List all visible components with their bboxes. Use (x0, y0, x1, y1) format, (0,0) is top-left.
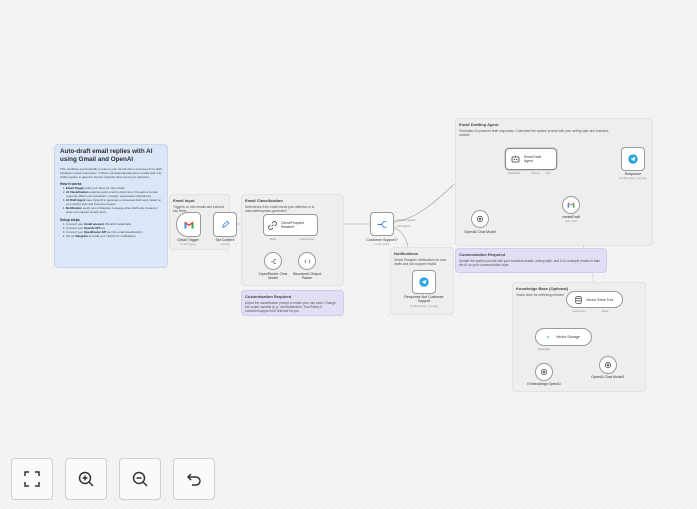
openai-chat-node[interactable] (471, 210, 489, 228)
customisation-note-2[interactable]: Customisation Required Update the system… (455, 248, 607, 273)
not-support-sub: sendMessage: message (409, 305, 439, 308)
model-connector-label-2: Model (601, 310, 609, 313)
vector-store-connector-label: Vector Store (572, 310, 586, 313)
customer-support-sub: mode: Rules (374, 243, 390, 246)
setup-step: Set up Telegram and add your chat ID for… (66, 234, 162, 239)
intro-note[interactable]: Auto-draft email replies with AI using G… (54, 144, 168, 268)
notifications-desc: Sends Telegram notifications for new dra… (394, 257, 447, 266)
customisation-note-1[interactable]: Customisation Required Adjust the classi… (241, 290, 344, 316)
set-content-label: Set Content (215, 238, 235, 242)
undo-icon (186, 473, 201, 486)
fit-view-button[interactable] (11, 458, 53, 500)
classifier-label: Client/Prospect Related? (281, 220, 304, 229)
not-support-label: Response Not Customer Support (404, 295, 444, 303)
not-support-output-label: Not Support (397, 225, 411, 228)
customer-support-label: Customer Support? (366, 238, 398, 242)
parser-node[interactable] (298, 252, 316, 270)
tool-connector-label: Tool (545, 172, 551, 175)
database-icon (575, 295, 582, 304)
zoom-in-icon (78, 471, 94, 487)
model-connector-label: Model (269, 238, 277, 241)
robot-icon (511, 155, 520, 163)
vector-storage-node[interactable]: Vector Storage (535, 328, 592, 346)
embeddings-label: Embeddings OpenAI (527, 382, 561, 386)
embeddings-node[interactable] (535, 363, 553, 381)
set-content-node[interactable] (213, 212, 237, 237)
how-step: Notification sends you a Telegram messag… (66, 206, 162, 215)
zoom-in-button[interactable] (65, 458, 107, 500)
fit-view-icon (24, 471, 40, 487)
not-support-node[interactable] (412, 270, 436, 294)
gmail-icon (567, 202, 575, 208)
parser-connector-label: Output Parser (299, 238, 315, 241)
switch-icon (377, 220, 387, 228)
notifications-title: Notifications (394, 251, 419, 256)
response-node[interactable] (621, 147, 645, 171)
telegram-icon (628, 154, 638, 164)
response-label: Response (624, 172, 642, 176)
create-draft-sub: draft: draft (565, 220, 577, 223)
memory-connector-label: Memory (531, 172, 541, 175)
drafting-agent-note[interactable]: Email Drafting Agent Generates AI-powere… (455, 118, 653, 246)
customisation-title-2: Customisation Required (459, 252, 506, 257)
openai-chat-label: OpenAI Chat Model (464, 230, 496, 234)
openai-icon (540, 368, 548, 376)
customer-support-output-label: Customer Support (396, 219, 416, 222)
email-draft-agent-label: Email Draft Agent (524, 154, 541, 163)
email-draft-agent-node[interactable]: Email Draft Agent (505, 148, 557, 170)
customisation-desc-1: Adjust the classification prompt to matc… (245, 300, 336, 313)
create-draft-node[interactable] (562, 196, 580, 214)
vector-store-tool-label: Vector Store Tool (586, 297, 614, 302)
openai-chat2-node[interactable] (599, 356, 617, 374)
classifier-node[interactable]: Client/Prospect Related? (263, 214, 318, 236)
gmail-trigger-label: Gmail Trigger (177, 238, 199, 242)
pencil-icon (221, 220, 229, 228)
gmail-trigger-node[interactable] (176, 212, 201, 237)
setup-steps-list: Connect your Gmail account (OAuth2 crede… (66, 222, 162, 240)
drafting-desc: Generates AI-powered draft responses. Cu… (459, 128, 609, 137)
undo-button[interactable] (173, 458, 215, 500)
gmail-icon (183, 220, 194, 228)
customer-support-node[interactable] (370, 212, 394, 236)
vector-icon (545, 334, 551, 340)
customisation-title-1: Customisation Required (245, 294, 292, 299)
create-draft-label: createDraft (562, 215, 580, 219)
telegram-icon (419, 277, 429, 287)
response-sub: sendMessage: message (618, 177, 648, 180)
openrouter-icon (270, 258, 276, 264)
intro-description: This workflow automatically monitors you… (60, 166, 162, 180)
how-it-works-list: Email Trigger polls your inbox for new e… (66, 186, 162, 215)
parser-label: Structured Output Parser (292, 272, 322, 280)
intro-title: Auto-draft email replies with AI using G… (60, 148, 153, 163)
drafting-title: Email Drafting Agent (459, 122, 499, 127)
chat-model-connector-label: Chat Model (507, 172, 521, 175)
classification-desc: Determines if the email needs your atten… (245, 204, 315, 213)
openai-icon (476, 215, 484, 223)
embedding-connector-label: Embedding (537, 348, 551, 351)
classification-title: Email Classification (245, 198, 283, 203)
link-icon (268, 220, 277, 230)
vector-storage-label: Vector Storage (556, 335, 580, 339)
vector-store-tool-node[interactable]: Vector Store Tool (566, 291, 623, 308)
code-icon (303, 259, 311, 263)
email-input-title: Email Input (173, 198, 195, 203)
zoom-out-button[interactable] (119, 458, 161, 500)
openrouter-node[interactable] (264, 252, 282, 270)
openai-chat2-label: OpenAI Chat Model1 (591, 375, 625, 379)
set-content-sub: manual (220, 243, 230, 246)
zoom-out-icon (132, 471, 148, 487)
gmail-trigger-sub: Gmail Trigger (180, 243, 196, 246)
customisation-desc-2: Update the system prompt with your busin… (459, 258, 601, 267)
openrouter-label: OpenRouter Chat Model (258, 272, 288, 280)
openai-icon (604, 361, 612, 369)
